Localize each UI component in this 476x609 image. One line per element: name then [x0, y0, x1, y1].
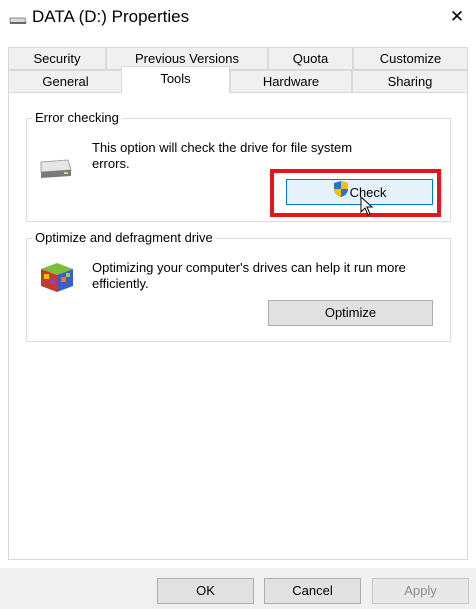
title-bar: DATA (D:) Properties ✕ — [0, 0, 476, 34]
error-checking-group: Error checking This option will check th… — [26, 110, 451, 222]
drive-icon — [9, 13, 27, 28]
error-checking-description: This option will check the drive for fil… — [92, 140, 353, 171]
uac-shield-icon — [333, 180, 349, 206]
tools-panel: Error checking This option will check th… — [8, 92, 468, 560]
error-checking-label: Error checking — [32, 110, 122, 125]
mouse-pointer-icon — [360, 195, 374, 219]
ok-button[interactable]: OK — [157, 578, 254, 604]
optimize-button[interactable]: Optimize — [268, 300, 433, 326]
close-icon[interactable]: ✕ — [446, 6, 468, 28]
tab-hardware[interactable]: Hardware — [230, 70, 352, 93]
tab-customize[interactable]: Customize — [353, 47, 468, 70]
optimize-description: Optimizing your computer's drives can he… — [92, 260, 406, 291]
optimize-group: Optimize and defragment drive Optimizing… — [26, 230, 451, 342]
apply-button[interactable]: Apply — [372, 578, 469, 604]
tab-general[interactable]: General — [8, 70, 123, 93]
tab-tools[interactable]: Tools — [121, 66, 230, 93]
tab-quota[interactable]: Quota — [268, 47, 353, 70]
hard-drive-icon — [38, 158, 74, 183]
tab-sharing[interactable]: Sharing — [352, 70, 468, 93]
optimize-label: Optimize and defragment drive — [32, 230, 216, 245]
cancel-button[interactable]: Cancel — [264, 578, 361, 604]
defragment-icon — [39, 259, 75, 296]
tab-security[interactable]: Security — [8, 47, 106, 70]
window-title: DATA (D:) Properties — [32, 7, 190, 26]
